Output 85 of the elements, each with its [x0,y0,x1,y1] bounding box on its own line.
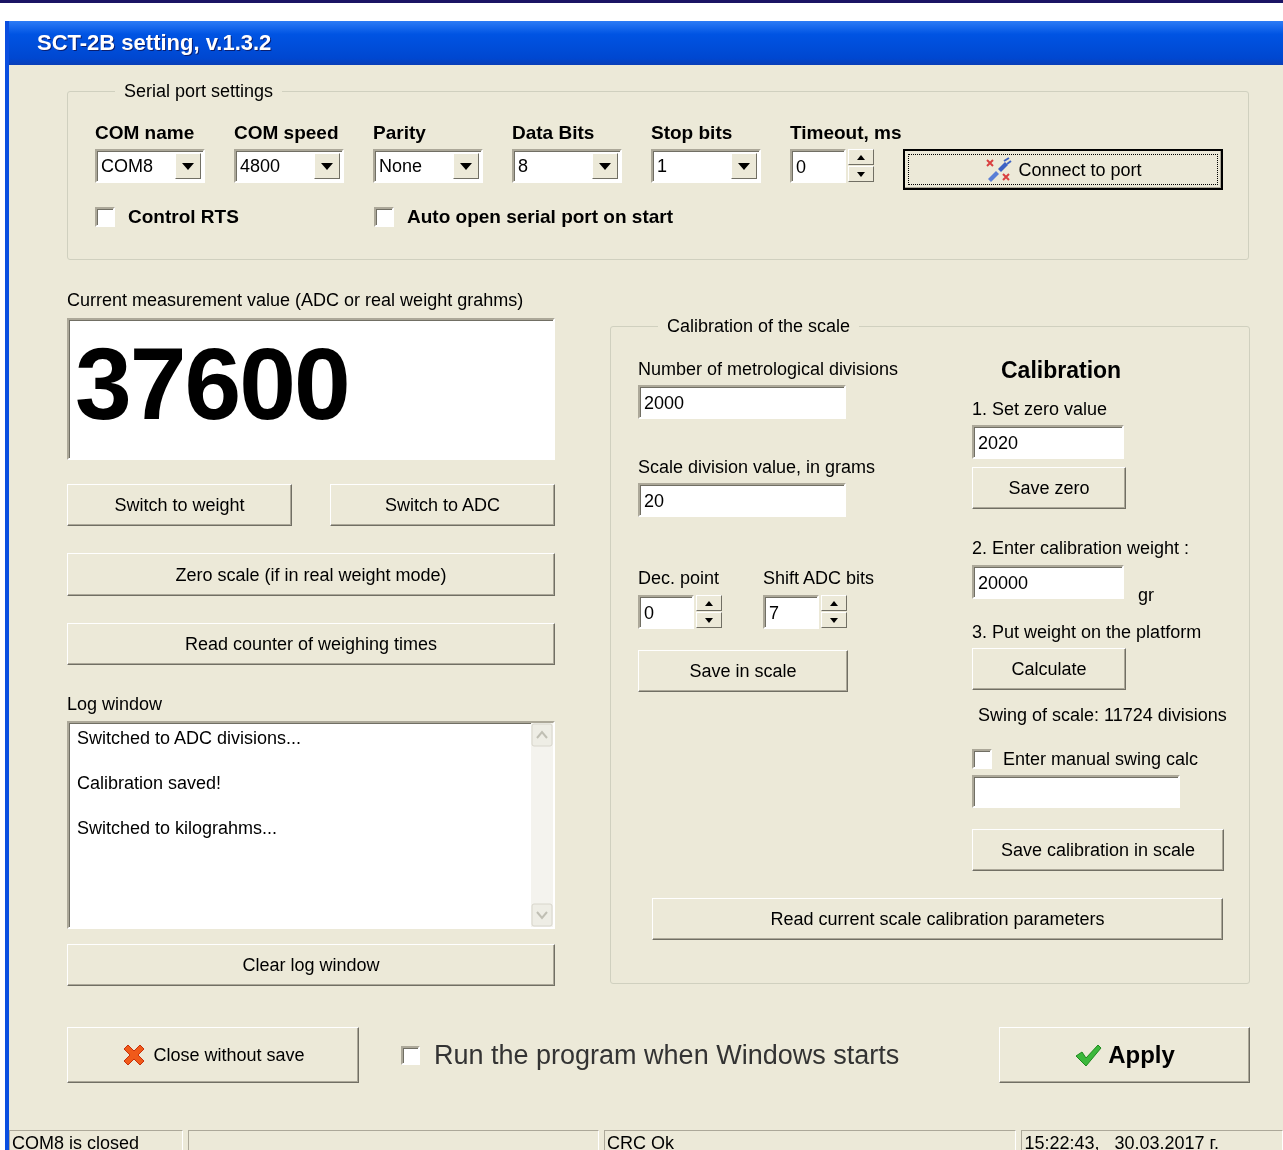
dropdown-button[interactable] [175,153,201,179]
caret-icon [599,162,611,170]
caret-icon [705,617,713,623]
log-line: Calibration saved! [77,773,223,793]
close-button[interactable]: Close without save [67,1027,359,1083]
field-label: Shift ADC bits [763,568,875,588]
dropdown-button[interactable] [453,153,479,179]
switch-weight-button[interactable]: Switch to weight [67,484,292,526]
group-title: Calibration of the scale [666,315,852,337]
field-label: Number of metrological divisions [638,359,900,379]
field-label: Scale division value, in grams [638,457,877,477]
checkbox-label: Enter manual swing calc [1003,749,1199,769]
caret-icon [830,617,838,623]
log-label: Log window [67,694,164,714]
field-label: 3. Put weight on the platform [972,622,1203,642]
up-arrow-icon [830,600,838,606]
section-heading: Calibration [1001,358,1123,382]
checkbox-label: Auto open serial port on start [407,207,674,227]
dropdown[interactable]: 1 [651,149,761,183]
caret-icon [857,171,865,177]
checkbox-label: Run the program when Windows starts [434,1040,900,1070]
input-field[interactable]: 2000 [638,385,846,419]
input-field[interactable]: 2020 [972,425,1124,459]
measurement-value: 37600 [75,334,350,434]
check-icon [1074,1043,1103,1067]
dropdown[interactable]: None [373,149,483,183]
field-label: Data Bits [512,121,596,145]
status-panel: COM8 is closed [9,1130,183,1150]
caret-icon [321,162,333,170]
caret-icon [182,162,194,170]
window-title: SCT-2B setting, v.1.3.2 [37,33,272,53]
read-counter-button[interactable]: Read counter of weighing times [67,623,555,665]
checkbox[interactable] [95,207,115,227]
up-arrow-icon [705,600,713,606]
dropdown[interactable]: 4800 [234,149,344,183]
save-zero-button[interactable]: Save zero [972,467,1126,509]
connect-button[interactable]: Connect to port [903,149,1223,190]
status-panel: CRC Ok [604,1130,1017,1150]
spin-down-button[interactable] [696,612,722,628]
save-in-scale-button[interactable]: Save in scale [638,650,848,692]
checkbox[interactable] [401,1045,420,1065]
dropdown[interactable]: 8 [512,149,622,183]
dropdown-button[interactable] [314,153,340,179]
plug-icon [984,156,1013,183]
input-field[interactable] [972,775,1180,808]
spin-down-button[interactable] [848,166,874,182]
field-label: Timeout, ms [790,121,903,145]
dropdown-button[interactable] [592,153,618,179]
up-arrow-icon [857,154,865,160]
field-label: Stop bits [651,121,734,145]
spin-up-button[interactable] [696,595,722,611]
field-label: COM speed [234,121,340,145]
zero-scale-button[interactable]: Zero scale (if in real weight mode) [67,553,555,596]
checkbox-label: Control RTS [128,207,239,227]
field-label: COM name [95,121,196,145]
number-field[interactable]: 7 [763,595,819,629]
checkbox[interactable] [374,207,394,227]
spin-up-button[interactable] [848,149,874,165]
group-title: Serial port settings [123,80,275,102]
dropdown-button[interactable] [731,153,757,179]
caret-icon [460,162,472,170]
log-line: Switched to ADC divisions... [77,728,303,748]
caret-icon [738,162,750,170]
spin-down-button[interactable] [821,612,847,628]
log-line: Switched to kilograhms... [77,818,279,838]
apply-button[interactable]: Apply [999,1027,1250,1083]
input-field[interactable]: 20 [638,483,846,517]
field-label: Parity [373,121,427,145]
unit-label: gr [1138,585,1154,605]
checkbox[interactable] [972,749,992,769]
field-label: Dec. point [638,568,721,588]
number-field[interactable]: 0 [638,595,694,629]
field-label: 1. Set zero value [972,399,1109,419]
spin-up-button[interactable] [821,595,847,611]
save-calibration-button[interactable]: Save calibration in scale [972,829,1224,871]
clear-log-button[interactable]: Clear log window [67,944,555,986]
dropdown[interactable]: COM8 [95,149,205,183]
field-label: Swing of scale: 11724 divisions [978,705,1227,725]
calculate-button[interactable]: Calculate [972,648,1126,690]
measurement-label: Current measurement value (ADC or real weight grahms) [67,290,525,310]
number-field[interactable]: 0 [790,149,846,183]
input-field[interactable]: 20000 [972,565,1124,599]
read-calibration-button[interactable]: Read current scale calibration parameters [652,898,1223,940]
switch-adc-button[interactable]: Switch to ADC [330,484,555,526]
field-label: 2. Enter calibration weight : [972,538,1191,558]
